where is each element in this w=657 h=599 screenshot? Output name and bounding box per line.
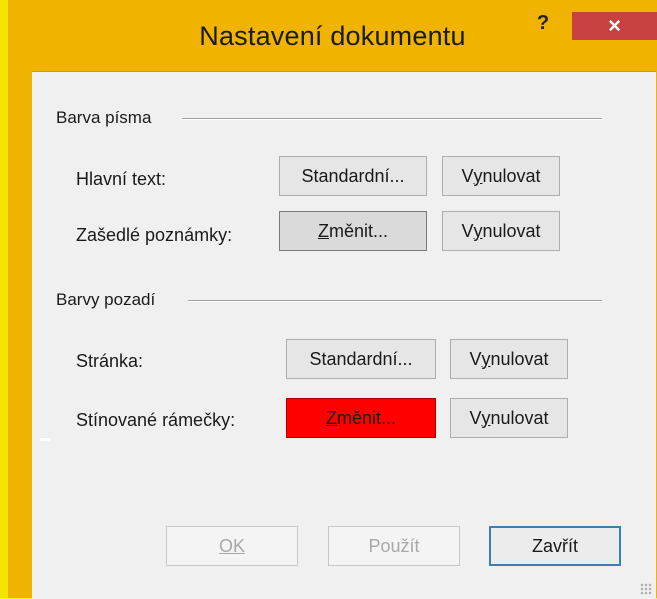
page-reset-label-suffix: nulovat xyxy=(490,348,549,369)
title-bar[interactable]: Nastavení dokumentu ? × xyxy=(8,0,657,64)
close-button[interactable]: Zavřít xyxy=(489,526,621,566)
main-text-change-button[interactable]: Standardní... xyxy=(279,156,427,196)
dialog-title: Nastavení dokumentu xyxy=(199,21,466,51)
dialog-window: Nastavení dokumentu ? × Barva písma Hlav… xyxy=(8,0,657,599)
dialog-client-area: Barva písma Hlavní text: Standardní... V… xyxy=(32,71,656,599)
dimmed-notes-reset-button[interactable]: Vy nulovat xyxy=(442,211,560,251)
shaded-frames-label: Stínované rámečky: xyxy=(76,410,236,430)
shaded-frames-change-button[interactable]: Změnit... xyxy=(286,398,436,438)
main-text-reset-label-suffix: nulovat xyxy=(482,165,541,186)
close-window-button[interactable]: × xyxy=(572,12,657,40)
dimmed-notes-reset-label-suffix: nulovat xyxy=(482,220,541,241)
desktop-background xyxy=(0,0,8,598)
page-label: Stránka: xyxy=(76,351,144,371)
main-text-reset-button[interactable]: Vy nulovat xyxy=(442,156,560,196)
background-group-line xyxy=(188,300,602,302)
dimmed-notes-reset-label-prefix: V xyxy=(461,220,474,241)
shaded-frames-reset-access-key: y xyxy=(481,407,491,428)
main-text-label: Hlavní text: xyxy=(76,169,167,189)
page-reset-button[interactable]: Vy nulovat xyxy=(450,339,568,379)
dimmed-notes-label: Zašedlé poznámky: xyxy=(76,225,233,245)
resize-grip[interactable] xyxy=(640,583,652,595)
ok-button[interactable]: OK xyxy=(166,526,298,566)
dimmed-notes-reset-access-key: y xyxy=(473,220,483,241)
page-reset-access-key: y xyxy=(481,348,491,369)
page-reset-label-prefix: V xyxy=(469,348,482,369)
shaded-frames-reset-button[interactable]: Vy nulovat xyxy=(450,398,568,438)
font-color-group-line xyxy=(182,118,602,120)
close-label: Zavřít xyxy=(531,535,578,556)
shaded-frames-change-access-key: Z xyxy=(325,407,337,428)
shaded-frames-reset-label-prefix: V xyxy=(469,407,482,428)
ok-label: OK xyxy=(218,535,245,556)
apply-button[interactable]: Použít xyxy=(328,526,460,566)
dimmed-notes-change-access-key: Z xyxy=(317,220,329,241)
apply-label: Použít xyxy=(368,535,420,556)
page-change-label: Standardní... xyxy=(309,348,413,369)
page-change-button[interactable]: Standardní... xyxy=(286,339,436,379)
main-text-reset-access-key: y xyxy=(473,165,483,186)
main-text-change-label: Standardní... xyxy=(301,165,405,186)
dimmed-notes-change-label-suffix: měnit... xyxy=(328,220,389,241)
main-text-reset-label-prefix: V xyxy=(461,165,474,186)
help-button[interactable]: ? xyxy=(530,10,556,36)
shaded-frames-change-label-suffix: měnit... xyxy=(336,407,397,428)
background-group-label: Barvy pozadí xyxy=(56,290,160,310)
shaded-frames-reset-label-suffix: nulovat xyxy=(490,407,549,428)
font-color-group-label: Barva písma xyxy=(56,108,156,128)
dimmed-notes-change-button[interactable]: Změnit... xyxy=(279,211,427,251)
edge-mark xyxy=(40,438,50,441)
